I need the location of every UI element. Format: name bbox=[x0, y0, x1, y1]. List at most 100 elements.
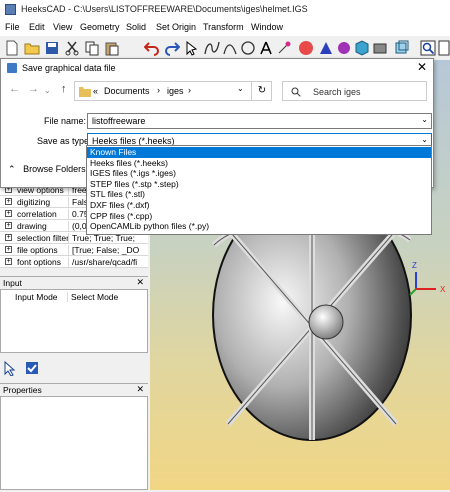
dropdown-option[interactable]: IGES files (*.igs *.iges) bbox=[87, 168, 431, 179]
breadcrumb-iges[interactable]: iges bbox=[167, 86, 184, 96]
close-icon[interactable]: ✕ bbox=[136, 384, 144, 395]
save-file-icon bbox=[7, 63, 17, 73]
redo-icon[interactable] bbox=[164, 40, 180, 56]
option-row[interactable]: + font options/usr/share/qcad/fi bbox=[0, 256, 148, 268]
option-name: digitizing bbox=[17, 197, 51, 207]
option-name: font options bbox=[17, 257, 61, 267]
option-value[interactable]: [True; False; _DO bbox=[68, 245, 146, 255]
filename-label: File name: bbox=[44, 116, 87, 126]
transparent-cube-icon[interactable] bbox=[394, 40, 410, 56]
menu-view[interactable]: View bbox=[53, 22, 72, 32]
menu-edit[interactable]: Edit bbox=[29, 22, 45, 32]
axis-x-label: X bbox=[440, 285, 446, 294]
close-icon[interactable]: ✕ bbox=[136, 277, 144, 288]
back-arrow-icon[interactable]: ← bbox=[9, 83, 20, 95]
dropdown-option[interactable]: Heeks files (*.heeks) bbox=[87, 158, 431, 169]
option-value[interactable]: /usr/share/qcad/fi bbox=[68, 257, 146, 267]
pick-icon[interactable] bbox=[3, 360, 19, 376]
expand-icon[interactable]: + bbox=[5, 198, 12, 205]
line-icon[interactable] bbox=[222, 40, 238, 56]
axis-z-label: Z bbox=[412, 261, 417, 270]
menu-solid[interactable]: Solid bbox=[126, 22, 146, 32]
properties-panel-title: Properties bbox=[3, 385, 42, 395]
expand-icon[interactable]: + bbox=[5, 210, 12, 217]
main-toolbar bbox=[0, 36, 450, 60]
menu-transform[interactable]: Transform bbox=[203, 22, 244, 32]
dropdown-option[interactable]: CPP files (*.cpp) bbox=[87, 211, 431, 222]
save-type-label: Save as type: bbox=[37, 136, 92, 146]
chevron-down-icon: ⌃ bbox=[8, 164, 16, 174]
circle-icon[interactable] bbox=[240, 40, 256, 56]
browse-folders-label: Browse Folders bbox=[23, 164, 86, 174]
search-icon bbox=[291, 87, 301, 97]
arc-icon[interactable] bbox=[204, 40, 220, 56]
option-name: correlation bbox=[17, 209, 57, 219]
new-file-icon[interactable] bbox=[4, 40, 20, 56]
dropdown-option[interactable]: OpenCAMLib python files (*.py) bbox=[87, 221, 431, 232]
option-name: selection filter bbox=[17, 233, 69, 243]
menu-set-origin[interactable]: Set Origin bbox=[156, 22, 196, 32]
select-icon[interactable] bbox=[184, 40, 200, 56]
heekscad-logo-icon bbox=[5, 4, 16, 15]
input-mode-label: Input Mode bbox=[15, 292, 58, 302]
expand-icon[interactable]: + bbox=[5, 258, 12, 265]
input-panel-header: Input ✕ bbox=[0, 276, 148, 288]
input-panel: Input Mode Select Mode bbox=[0, 289, 148, 353]
input-mode-value: Select Mode bbox=[67, 292, 118, 302]
open-folder-icon[interactable] bbox=[24, 40, 40, 56]
save-icon[interactable] bbox=[44, 40, 60, 56]
properties-panel-header: Properties ✕ bbox=[0, 383, 148, 395]
refresh-icon[interactable]: ↻ bbox=[251, 81, 272, 101]
fit-icon[interactable] bbox=[438, 40, 450, 56]
box-icon[interactable] bbox=[372, 40, 388, 56]
browse-folders-toggle[interactable]: ⌃ Browse Folders bbox=[8, 164, 86, 175]
paste-icon[interactable] bbox=[104, 40, 120, 56]
coordinate-icon[interactable] bbox=[276, 40, 292, 56]
breadcrumb-separator[interactable]: › bbox=[188, 85, 191, 95]
menu-file[interactable]: File bbox=[5, 22, 20, 32]
text-icon[interactable] bbox=[258, 40, 274, 56]
chevron-down-icon[interactable]: ⌄ bbox=[237, 84, 244, 93]
cone-icon[interactable] bbox=[318, 40, 334, 56]
expand-icon[interactable]: + bbox=[5, 246, 12, 253]
dropdown-option[interactable]: Known Files bbox=[87, 147, 431, 158]
option-name: drawing bbox=[17, 221, 47, 231]
filename-field[interactable]: listoffreeware ⌄ bbox=[87, 113, 432, 129]
menu-geometry[interactable]: Geometry bbox=[80, 22, 120, 32]
breadcrumb-documents[interactable]: Documents bbox=[104, 86, 150, 96]
breadcrumb-overflow[interactable]: « bbox=[93, 86, 98, 96]
cut-icon[interactable] bbox=[64, 40, 80, 56]
search-placeholder: Search iges bbox=[313, 87, 361, 97]
expand-icon[interactable]: + bbox=[5, 234, 12, 241]
up-arrow-icon[interactable]: ↑ bbox=[61, 83, 67, 95]
undo-icon[interactable] bbox=[144, 40, 160, 56]
address-bar[interactable]: « Documents › iges › ⌄ bbox=[74, 81, 272, 101]
menu-window[interactable]: Window bbox=[251, 22, 283, 32]
dialog-titlebar: Save graphical data file ✕ bbox=[1, 59, 433, 77]
cube-icon[interactable] bbox=[354, 40, 370, 56]
dropdown-option[interactable]: STEP files (*.stp *.step) bbox=[87, 179, 431, 190]
filename-value: listoffreeware bbox=[92, 116, 146, 126]
breadcrumb-separator[interactable]: › bbox=[157, 85, 160, 95]
window-titlebar: HeeksCAD - C:\Users\LISTOFFREEWARE\Docum… bbox=[0, 0, 450, 19]
search-input[interactable]: Search iges bbox=[282, 81, 427, 101]
chevron-down-icon[interactable]: ⌄ bbox=[421, 135, 428, 144]
properties-panel bbox=[0, 396, 148, 490]
folder-icon bbox=[79, 87, 91, 97]
cylinder-icon[interactable] bbox=[336, 40, 352, 56]
dropdown-option[interactable]: DXF files (*.dxf) bbox=[87, 200, 431, 211]
forward-arrow-icon[interactable]: → bbox=[28, 83, 39, 95]
expand-icon[interactable]: + bbox=[5, 222, 12, 229]
option-name: file options bbox=[17, 245, 58, 255]
apply-icon[interactable] bbox=[24, 360, 40, 376]
copy-icon[interactable] bbox=[84, 40, 100, 56]
save-type-dropdown: Known Files Heeks files (*.heeks) IGES f… bbox=[86, 145, 432, 235]
chevron-down-icon[interactable]: ⌄ bbox=[421, 115, 428, 124]
close-icon[interactable]: ✕ bbox=[417, 60, 427, 74]
zoom-icon[interactable] bbox=[420, 40, 436, 56]
recent-chevron-icon[interactable]: ⌄ bbox=[44, 86, 51, 95]
dropdown-option[interactable]: STL files (*.stl) bbox=[87, 189, 431, 200]
option-row[interactable]: + file options [True; False; _DO bbox=[0, 244, 148, 256]
sphere-icon[interactable] bbox=[298, 40, 314, 56]
window-title: HeeksCAD - C:\Users\LISTOFFREEWARE\Docum… bbox=[21, 4, 308, 14]
